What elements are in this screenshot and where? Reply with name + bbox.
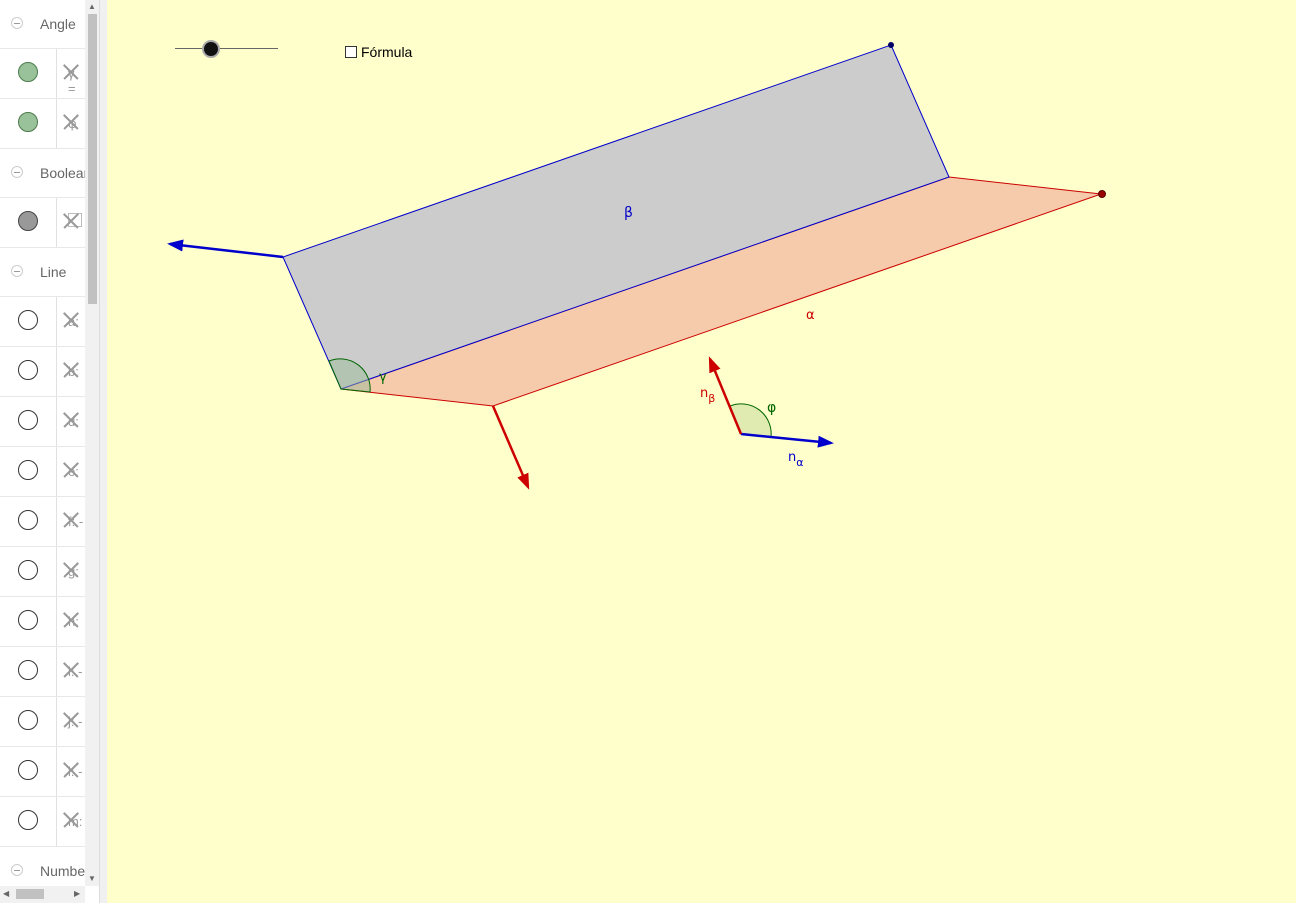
delete-icon[interactable] (62, 63, 80, 81)
category-line[interactable]: Line (0, 248, 85, 297)
visibility-toggle-icon[interactable] (18, 360, 38, 380)
delete-icon[interactable] (62, 461, 80, 479)
delete-icon[interactable] (62, 661, 80, 679)
normal-alpha-arrow[interactable] (491, 405, 530, 490)
visibility-toggle-icon[interactable] (18, 810, 38, 830)
label-gamma: γ (379, 370, 387, 385)
algebra-row[interactable] (0, 198, 85, 248)
row-separator (56, 547, 57, 596)
visibility-toggle-icon[interactable] (18, 310, 38, 330)
algebra-row[interactable]: h: (0, 597, 85, 647)
formula-checkbox[interactable] (345, 46, 357, 58)
collapse-icon[interactable] (11, 17, 23, 29)
scroll-right-arrow-icon[interactable]: ▶ (74, 889, 80, 898)
row-separator (56, 347, 57, 396)
visibility-toggle-icon[interactable] (18, 112, 38, 132)
collapse-icon[interactable] (11, 265, 23, 277)
category-label: Angle (40, 16, 76, 32)
delete-icon[interactable] (62, 511, 80, 529)
slider-knob[interactable] (204, 42, 219, 56)
delete-icon[interactable] (62, 711, 80, 729)
graphics-view[interactable]: β α γ φ nβ nα (107, 0, 1296, 903)
algebra-row[interactable]: d: (0, 397, 85, 447)
row-separator (56, 49, 57, 98)
visibility-toggle-icon[interactable] (18, 211, 38, 231)
algebra-row[interactable]: γ = (0, 49, 85, 99)
row-separator (56, 747, 57, 796)
algebra-row[interactable]: b: (0, 347, 85, 397)
delete-icon[interactable] (62, 361, 80, 379)
algebra-row[interactable]: l: - (0, 747, 85, 797)
algebra-row[interactable]: φ (0, 99, 85, 149)
normal-beta-arrow[interactable] (167, 239, 284, 259)
visibility-toggle-icon[interactable] (18, 410, 38, 430)
row-separator (56, 297, 57, 346)
visibility-toggle-icon[interactable] (18, 610, 38, 630)
rotation-slider[interactable] (175, 38, 279, 60)
algebra-view: Angle γ = φ Boolean Line a: b: d: e: f: - g: h: i: -… (0, 0, 100, 903)
row-separator (56, 797, 57, 846)
category-label: Boolean (40, 165, 92, 181)
algebra-list: Angle γ = φ Boolean Line a: b: d: e: f: - g: h: i: -… (0, 0, 91, 903)
algebra-row[interactable]: g: (0, 547, 85, 597)
delete-icon[interactable] (62, 811, 80, 829)
algebra-row[interactable]: j: - (0, 697, 85, 747)
row-separator (56, 397, 57, 446)
visibility-toggle-icon[interactable] (18, 760, 38, 780)
row-separator (56, 647, 57, 696)
delete-icon[interactable] (62, 411, 80, 429)
point-right[interactable] (1098, 190, 1106, 198)
slider-track[interactable] (175, 48, 278, 49)
row-separator (56, 497, 57, 546)
delete-icon[interactable] (62, 611, 80, 629)
scroll-up-arrow-icon[interactable]: ▲ (88, 2, 96, 11)
row-separator (56, 447, 57, 496)
point-top[interactable] (888, 42, 894, 48)
vertical-scrollbar-thumb[interactable] (88, 14, 97, 304)
delete-icon[interactable] (62, 311, 80, 329)
formula-toggle[interactable]: Fórmula (345, 44, 412, 60)
category-label: Line (40, 264, 67, 280)
horizontal-scrollbar-thumb[interactable] (16, 889, 44, 899)
algebra-row[interactable]: a: (0, 297, 85, 347)
label-phi: φ (767, 400, 776, 416)
row-separator (56, 198, 57, 247)
algebra-row[interactable]: e: (0, 447, 85, 497)
formula-label: Fórmula (361, 44, 413, 60)
delete-icon[interactable] (62, 212, 80, 230)
collapse-icon[interactable] (11, 864, 23, 876)
row-separator (56, 697, 57, 746)
row-separator (56, 99, 57, 148)
delete-icon[interactable] (62, 561, 80, 579)
visibility-toggle-icon[interactable] (18, 710, 38, 730)
category-label: Number (40, 863, 90, 879)
scroll-down-arrow-icon[interactable]: ▼ (88, 874, 96, 883)
visibility-toggle-icon[interactable] (18, 560, 38, 580)
visibility-toggle-icon[interactable] (18, 460, 38, 480)
delete-icon[interactable] (62, 761, 80, 779)
visibility-toggle-icon[interactable] (18, 660, 38, 680)
label-beta: β (624, 205, 633, 221)
scroll-left-arrow-icon[interactable]: ◀ (3, 889, 9, 898)
label-n-beta: nβ (700, 386, 715, 405)
algebra-row[interactable]: m: (0, 797, 85, 847)
category-angle[interactable]: Angle (0, 0, 85, 49)
row-separator (56, 597, 57, 646)
visibility-toggle-icon[interactable] (18, 62, 38, 82)
visibility-toggle-icon[interactable] (18, 510, 38, 530)
label-alpha: α (806, 308, 815, 323)
algebra-row[interactable]: i: - (0, 647, 85, 697)
algebra-row[interactable]: f: - (0, 497, 85, 547)
collapse-icon[interactable] (11, 166, 23, 178)
graphics-canvas: β α γ φ nβ nα (167, 42, 1106, 490)
n-alpha-vector[interactable] (740, 432, 834, 448)
delete-icon[interactable] (62, 113, 80, 131)
category-boolean[interactable]: Boolean (0, 149, 91, 198)
label-n-alpha: nα (788, 450, 804, 469)
